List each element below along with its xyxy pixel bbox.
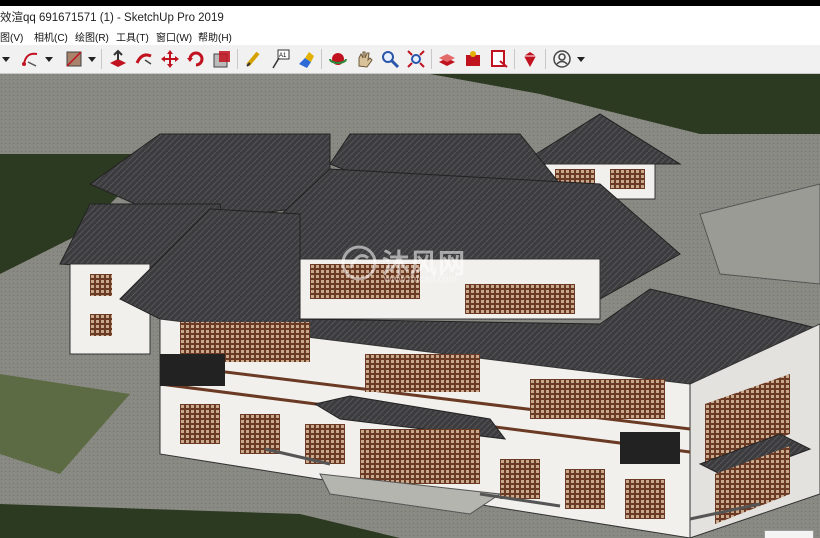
layout-icon[interactable] bbox=[488, 48, 510, 70]
push-pull-icon[interactable] bbox=[107, 48, 129, 70]
move-icon[interactable] bbox=[159, 48, 181, 70]
upper-window-mid bbox=[365, 354, 480, 392]
measurements-box[interactable] bbox=[764, 530, 814, 538]
account-dropdown-icon[interactable] bbox=[576, 52, 586, 66]
door-5 bbox=[565, 469, 605, 509]
upper-window-right bbox=[530, 379, 665, 419]
orbit-icon[interactable] bbox=[327, 48, 349, 70]
porch-doors bbox=[360, 429, 480, 484]
pavilion-window-2 bbox=[610, 169, 645, 189]
main-toolbar: A1 bbox=[0, 45, 820, 74]
toolbar-separator bbox=[545, 49, 546, 69]
watermark-subtext: www.mfcad.com bbox=[384, 274, 457, 285]
select-dropdown-icon[interactable] bbox=[1, 52, 11, 66]
dark-window-right bbox=[620, 432, 680, 464]
toolbar-separator bbox=[431, 49, 432, 69]
menu-draw[interactable]: 绘图(R) bbox=[75, 29, 109, 44]
toolbar-separator bbox=[237, 49, 238, 69]
ruby-icon[interactable] bbox=[519, 48, 541, 70]
scale-icon[interactable] bbox=[211, 48, 233, 70]
extension-warehouse-icon[interactable] bbox=[462, 48, 484, 70]
door-3 bbox=[305, 424, 345, 464]
toolbar-separator bbox=[514, 49, 515, 69]
left-window-2 bbox=[90, 314, 112, 336]
menu-tools[interactable]: 工具(T) bbox=[116, 29, 149, 44]
left-window-1 bbox=[90, 274, 112, 296]
door-4 bbox=[500, 459, 540, 499]
rotate-icon[interactable] bbox=[185, 48, 207, 70]
zoom-extents-icon[interactable] bbox=[405, 48, 427, 70]
watermark-logo-icon bbox=[341, 245, 377, 281]
3d-viewport[interactable]: 沐风网 www.mfcad.com bbox=[0, 74, 820, 538]
menu-camera[interactable]: 相机(C) bbox=[34, 29, 68, 44]
menu-view[interactable]: 图(V) bbox=[0, 29, 23, 44]
menu-bar: 图(V) 相机(C) 绘图(R) 工具(T) 窗口(W) 帮助(H) bbox=[0, 28, 820, 44]
text-tool-label: A1 bbox=[279, 53, 287, 59]
pan-icon[interactable] bbox=[353, 48, 375, 70]
follow-me-icon[interactable] bbox=[133, 48, 155, 70]
title-bar: 效渲qq 691671571 (1) - SketchUp Pro 2019 bbox=[0, 6, 820, 28]
door-6 bbox=[625, 479, 665, 519]
watermark: 沐风网 www.mfcad.com bbox=[340, 242, 500, 290]
paint-icon[interactable] bbox=[295, 48, 317, 70]
door-2 bbox=[240, 414, 280, 454]
menu-help[interactable]: 帮助(H) bbox=[198, 29, 232, 44]
tape-measure-icon[interactable] bbox=[243, 48, 265, 70]
warehouse-icon[interactable] bbox=[436, 48, 458, 70]
text-icon[interactable]: A1 bbox=[269, 48, 291, 70]
rectangle-icon[interactable] bbox=[63, 48, 85, 70]
toolbar-separator bbox=[321, 49, 322, 69]
zoom-icon[interactable] bbox=[379, 48, 401, 70]
model-scene bbox=[0, 74, 820, 538]
door-1 bbox=[180, 404, 220, 444]
window-title: 效渲qq 691671571 (1) - SketchUp Pro 2019 bbox=[0, 12, 224, 24]
curve-dropdown-icon[interactable] bbox=[44, 52, 54, 66]
toolbar-separator bbox=[101, 49, 102, 69]
dark-window-left bbox=[160, 354, 225, 386]
account-icon[interactable] bbox=[551, 48, 573, 70]
menu-window[interactable]: 窗口(W) bbox=[156, 29, 192, 44]
lasso-curve-icon[interactable] bbox=[20, 48, 42, 70]
shape-dropdown-icon[interactable] bbox=[87, 52, 97, 66]
